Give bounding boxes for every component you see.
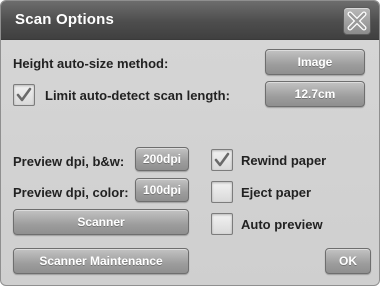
checkmark-icon <box>16 87 32 102</box>
rewind-paper-label: Rewind paper <box>241 153 327 168</box>
limit-auto-detect-checkbox[interactable] <box>13 84 35 106</box>
eject-paper-label: Eject paper <box>241 185 312 200</box>
scan-options-dialog: Scan Options Height auto-size method: Im… <box>0 0 380 286</box>
preview-dpi-bw-label: Preview dpi, b&w: <box>13 154 125 169</box>
auto-preview-checkbox[interactable] <box>211 213 233 235</box>
scan-length-button[interactable]: 12.7cm <box>265 81 365 107</box>
preview-dpi-color-label: Preview dpi, color: <box>13 185 129 200</box>
checkmark-icon <box>214 152 230 167</box>
scanner-maintenance-button[interactable]: Scanner Maintenance <box>13 248 189 274</box>
preview-dpi-color-button[interactable]: 100dpi <box>135 178 189 202</box>
close-icon <box>347 11 367 31</box>
height-auto-size-button[interactable]: Image <box>265 49 365 75</box>
auto-preview-label: Auto preview <box>241 217 323 232</box>
titlebar: Scan Options <box>1 1 379 40</box>
ok-button[interactable]: OK <box>325 248 371 274</box>
eject-paper-checkbox[interactable] <box>211 181 233 203</box>
limit-auto-detect-label: Limit auto-detect scan length: <box>45 88 230 103</box>
height-auto-size-label: Height auto-size method: <box>13 56 169 71</box>
close-button[interactable] <box>343 7 371 35</box>
preview-dpi-color-value: 100dpi <box>142 183 181 197</box>
rewind-paper-checkbox[interactable] <box>211 149 233 171</box>
preview-dpi-bw-value: 200dpi <box>142 152 181 166</box>
scanner-button[interactable]: Scanner <box>13 209 189 235</box>
scanner-maintenance-label: Scanner Maintenance <box>39 254 163 268</box>
preview-dpi-bw-button[interactable]: 200dpi <box>135 147 189 171</box>
height-auto-size-value: Image <box>297 55 333 69</box>
scan-length-value: 12.7cm <box>294 87 336 101</box>
scanner-button-label: Scanner <box>77 215 125 229</box>
ok-button-label: OK <box>339 254 357 268</box>
dialog-title: Scan Options <box>15 11 115 28</box>
